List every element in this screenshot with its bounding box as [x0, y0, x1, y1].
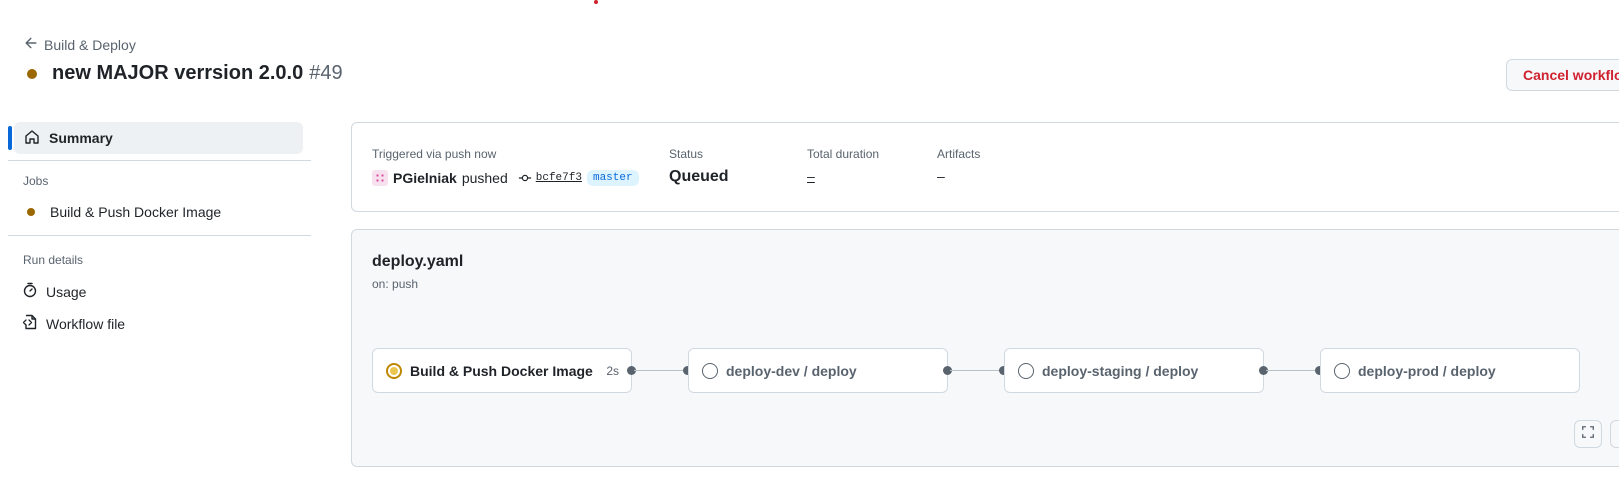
status-value: Queued [669, 168, 729, 185]
job-node-deploy-staging[interactable]: deploy-staging / deploy [1004, 348, 1264, 393]
job-name: deploy-dev / deploy [726, 362, 857, 379]
cancel-workflow-button[interactable]: Cancel workflow [1506, 59, 1619, 91]
job-name: deploy-staging / deploy [1042, 362, 1199, 379]
duration-value[interactable]: – [807, 168, 815, 184]
sidebar-item-usage[interactable]: Usage [22, 282, 86, 301]
home-icon [24, 129, 40, 148]
workflow-trigger: on: push [372, 277, 419, 291]
sidebar-item-job[interactable]: Build & Push Docker Image [22, 204, 221, 220]
status-label: Status [669, 147, 704, 161]
queued-status-icon [27, 68, 37, 79]
run-number: #49 [309, 62, 343, 84]
sidebar-item-label: Summary [49, 130, 113, 146]
arrow-left-icon [24, 36, 38, 53]
sidebar-item-label: Usage [46, 283, 87, 300]
trigger-info: PGielniak pushed bcfe7f3 master [372, 170, 639, 186]
job-name: Build & Push Docker Image [410, 362, 593, 379]
artifacts-label: Artifacts [937, 147, 981, 161]
indicator-dot [594, 0, 598, 4]
file-code-icon [22, 314, 38, 333]
page-title: new MAJOR verrsion 2.0.0 #49 [27, 62, 343, 85]
active-indicator [8, 126, 12, 150]
stopwatch-icon [22, 282, 38, 301]
pending-status-icon [1334, 362, 1350, 379]
connector-line [1266, 370, 1316, 371]
branch-badge[interactable]: master [586, 170, 639, 186]
workflow-file-name: deploy.yaml [372, 253, 464, 270]
connector-line [634, 370, 684, 371]
action-text: pushed [461, 170, 508, 186]
sidebar-item-workflow-file[interactable]: Workflow file [22, 314, 125, 333]
job-duration: 2s [606, 363, 619, 378]
divider [8, 160, 311, 161]
commit-link[interactable]: bcfe7f3 [536, 172, 582, 184]
jobs-heading: Jobs [23, 174, 49, 188]
queued-status-icon [386, 362, 402, 379]
job-node-build[interactable]: Build & Push Docker Image 2s [372, 348, 632, 393]
job-node-deploy-prod[interactable]: deploy-prod / deploy [1320, 348, 1580, 393]
queued-status-icon [27, 208, 35, 216]
sidebar-item-label: Workflow file [46, 315, 126, 332]
artifacts-value: – [937, 168, 945, 184]
pending-status-icon [1018, 362, 1034, 379]
connector-line [950, 370, 1000, 371]
sidebar-item-summary[interactable]: Summary [14, 122, 303, 154]
zoom-button[interactable] [1610, 420, 1619, 448]
run-summary-card: Triggered via push now PGielniak pushed … [351, 122, 1619, 212]
run-details-heading: Run details [23, 253, 84, 267]
sidebar-item-label: Build & Push Docker Image [50, 204, 222, 220]
avatar[interactable] [372, 170, 388, 186]
triggered-label: Triggered via push now [372, 147, 497, 161]
user-link[interactable]: PGielniak [393, 170, 457, 186]
job-name: deploy-prod / deploy [1358, 362, 1496, 379]
job-node-deploy-dev[interactable]: deploy-dev / deploy [688, 348, 948, 393]
divider [8, 235, 311, 236]
workflow-graph-card: deploy.yaml on: push Build & Push Docker… [351, 229, 1619, 467]
run-title: new MAJOR verrsion 2.0.0 [52, 62, 304, 84]
fullscreen-button[interactable] [1574, 420, 1602, 448]
screen-full-icon [1581, 425, 1595, 444]
duration-label: Total duration [807, 147, 880, 161]
git-commit-icon [518, 171, 532, 185]
back-link-label: Build & Deploy [44, 36, 136, 53]
back-link[interactable]: Build & Deploy [24, 36, 136, 53]
pending-status-icon [702, 362, 718, 379]
